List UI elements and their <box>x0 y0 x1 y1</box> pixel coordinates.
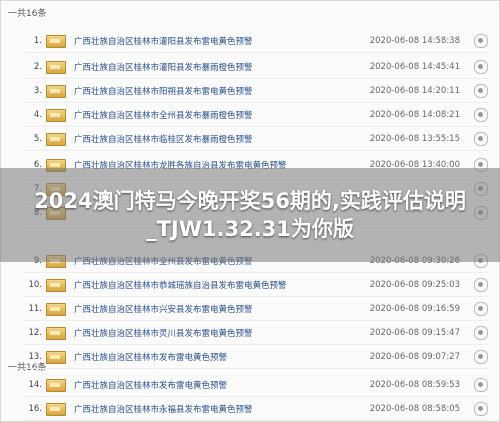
row-divider <box>24 320 488 321</box>
item-title-link[interactable]: 广西壮族自治区桂林市阳朔县发布雷电黄色预警 <box>74 85 368 97</box>
item-title-link[interactable]: 广西壮族自治区桂林市发布雷电黄色预警 <box>74 351 368 363</box>
list-item[interactable]: 10. 广西壮族自治区桂林市恭城瑶族自治县发布雷电黄色预警 2020-06-08 0… <box>24 276 488 294</box>
item-action-icon[interactable] <box>474 34 488 48</box>
list-item[interactable]: 4. 广西壮族自治区桂林市全州县发布暴雨橙色预警 2020-06-08 14:08:… <box>24 106 488 124</box>
item-action-icon[interactable] <box>474 84 488 98</box>
row-divider <box>24 396 488 397</box>
warning-thumbnail-icon <box>46 60 66 74</box>
item-number: 3. <box>33 86 42 96</box>
item-title-link[interactable]: 广西壮族自治区桂林市灵川县发布雷电黄色预警 <box>74 327 368 339</box>
list-item[interactable]: 12. 广西壮族自治区桂林市灵川县发布雷电黄色预警 2020-06-08 09:15… <box>24 324 488 342</box>
item-date: 2020-06-08 14:45:41 <box>369 62 460 72</box>
item-title-link[interactable]: 广西壮族自治区桂林市永福县发布雷电黄色预警 <box>74 403 368 415</box>
total-count-label: 一共16条 <box>8 9 47 19</box>
row-divider <box>24 102 488 103</box>
item-number: 10. <box>28 280 42 290</box>
item-action-icon[interactable] <box>474 326 488 340</box>
warning-thumbnail-icon <box>46 108 66 122</box>
item-action-icon[interactable] <box>474 350 488 364</box>
item-date: 2020-06-08 14:58:38 <box>369 36 460 46</box>
row-divider <box>24 126 488 127</box>
item-date: 2020-06-08 08:58:05 <box>369 404 460 414</box>
list-item[interactable]: 3. 广西壮族自治区桂林市阳朔县发布雷电黄色预警 2020-06-08 14:20:… <box>24 82 488 100</box>
item-date: 2020-06-08 13:55:15 <box>369 134 460 144</box>
item-title-link[interactable]: 广西壮族自治区桂林市发布雷电黄色预警 <box>74 379 368 391</box>
row-divider <box>24 420 488 421</box>
row-divider <box>24 52 488 53</box>
item-action-icon[interactable] <box>474 278 488 292</box>
warning-thumbnail-icon <box>46 302 66 316</box>
row-divider <box>24 78 488 79</box>
item-number: 4. <box>33 110 42 120</box>
list-item[interactable]: 2. 广西壮族自治区桂林市灌阳县发布暴雨橙色预警 2020-06-08 14:45:… <box>24 58 488 76</box>
list-item[interactable]: 14. 广西壮族自治区桂林市发布雷电黄色预警 2020-06-08 08:59:53 <box>24 376 488 394</box>
item-number: 14. <box>28 380 42 390</box>
row-divider <box>24 272 488 273</box>
row-divider <box>24 368 488 369</box>
item-number: 2. <box>33 62 42 72</box>
item-title-link[interactable]: 广西壮族自治区桂林市灌阳县发布雷电黄色预警 <box>74 35 368 47</box>
item-number: 13. <box>28 352 42 362</box>
banner-text: 2024澳门特马今晚开奖56期的,实践评估说明_TJW1.32.31为你版 <box>34 189 466 241</box>
item-date: 2020-06-08 14:08:21 <box>369 110 460 120</box>
item-number: 1. <box>33 36 42 46</box>
list-item[interactable]: 1. 广西壮族自治区桂林市灌阳县发布雷电黄色预警 2020-06-08 14:58:… <box>24 32 488 50</box>
item-action-icon[interactable] <box>474 132 488 146</box>
row-divider <box>24 150 488 151</box>
warning-thumbnail-icon <box>46 326 66 340</box>
item-date: 2020-06-08 09:25:03 <box>369 280 460 290</box>
item-title-link[interactable]: 广西壮族自治区桂林市灌阳县发布暴雨橙色预警 <box>74 61 368 73</box>
row-divider <box>24 296 488 297</box>
list-item[interactable]: 16. 广西壮族自治区桂林市永福县发布雷电黄色预警 2020-06-08 08:58… <box>24 400 488 418</box>
item-title-link[interactable]: 广西壮族自治区桂林市兴安县发布雷电黄色预警 <box>74 303 368 315</box>
warning-thumbnail-icon <box>46 378 66 392</box>
overlay-banner: 2024澳门特马今晚开奖56期的,实践评估说明_TJW1.32.31为你版 <box>0 168 500 262</box>
item-date: 2020-06-08 09:16:59 <box>369 304 460 314</box>
warning-thumbnail-icon <box>46 350 66 364</box>
warning-thumbnail-icon <box>46 34 66 48</box>
item-action-icon[interactable] <box>474 378 488 392</box>
item-date: 2020-06-08 08:59:53 <box>369 380 460 390</box>
row-divider <box>24 344 488 345</box>
item-action-icon[interactable] <box>474 60 488 74</box>
list-item[interactable]: 5. 广西壮族自治区桂林市临桂区发布暴雨橙色预警 2020-06-08 13:55:… <box>24 130 488 148</box>
item-number: 5. <box>33 134 42 144</box>
item-number: 12. <box>28 328 42 338</box>
item-date: 2020-06-08 14:20:11 <box>369 86 460 96</box>
item-title-link[interactable]: 广西壮族自治区桂林市临桂区发布暴雨橙色预警 <box>74 133 368 145</box>
item-number: 11. <box>28 304 42 314</box>
list-item[interactable]: 11. 广西壮族自治区桂林市兴安县发布雷电黄色预警 2020-06-08 09:16… <box>24 300 488 318</box>
item-action-icon[interactable] <box>474 302 488 316</box>
item-title-link[interactable]: 广西壮族自治区桂林市恭城瑶族自治县发布雷电黄色预警 <box>74 279 368 291</box>
warning-thumbnail-icon <box>46 402 66 416</box>
item-date: 2020-06-08 09:15:47 <box>369 328 460 338</box>
warning-thumbnail-icon <box>46 84 66 98</box>
list-item[interactable]: 13. 广西壮族自治区桂林市发布雷电黄色预警 2020-06-08 09:07:27 <box>24 348 488 366</box>
warning-thumbnail-icon <box>46 132 66 146</box>
item-date: 2020-06-08 09:07:27 <box>369 352 460 362</box>
warning-thumbnail-icon <box>46 278 66 292</box>
item-action-icon[interactable] <box>474 402 488 416</box>
item-number: 16. <box>28 404 42 414</box>
item-action-icon[interactable] <box>474 108 488 122</box>
item-title-link[interactable]: 广西壮族自治区桂林市全州县发布暴雨橙色预警 <box>74 109 368 121</box>
